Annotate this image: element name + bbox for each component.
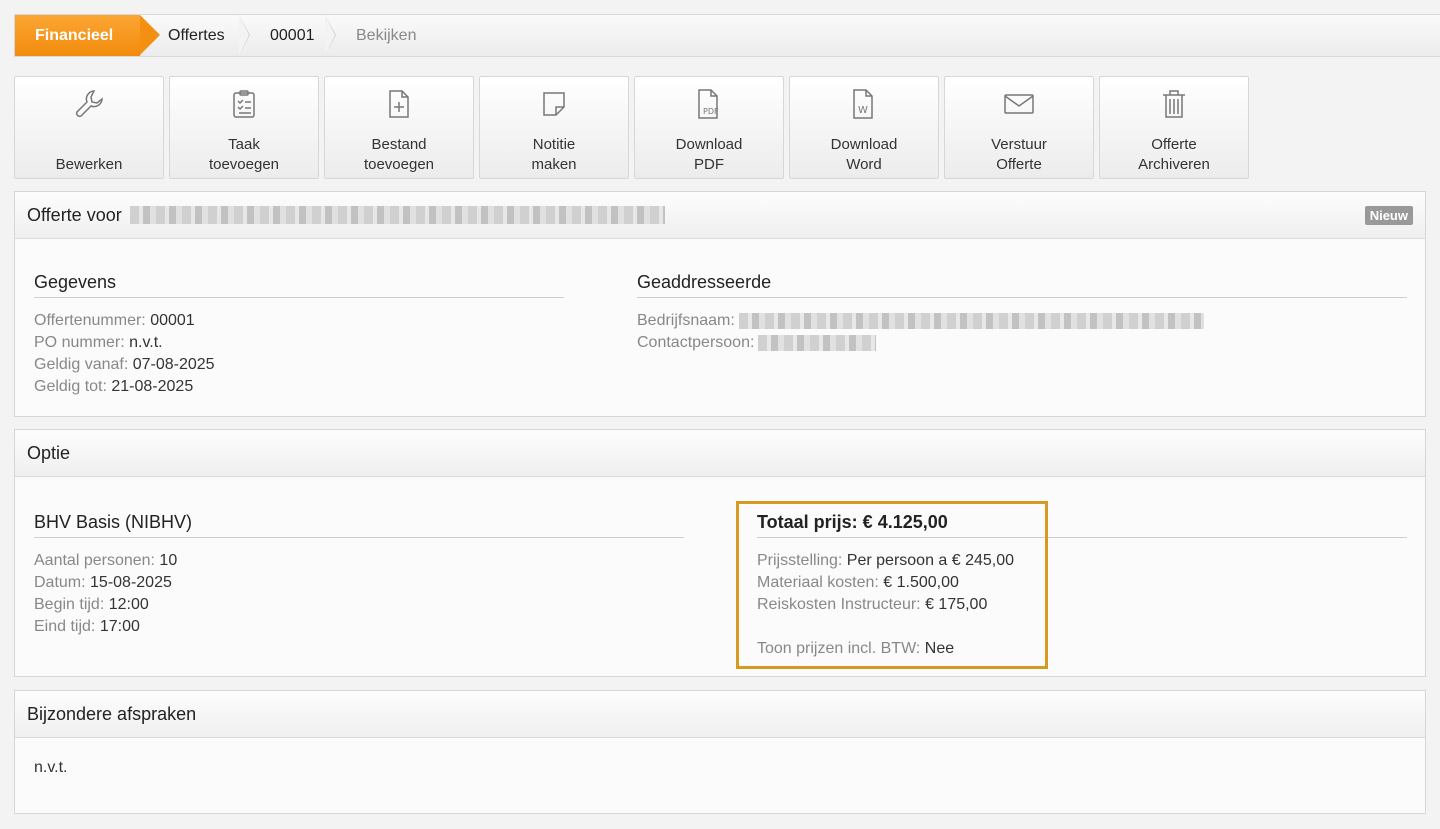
add-task-button-label: Taak toevoegen	[208, 136, 280, 173]
aantal-personen-row: Aantal personen: 10	[34, 552, 178, 569]
edit-button[interactable]: Bewerken	[14, 76, 164, 179]
make-note-button[interactable]: Notitie maken	[479, 76, 629, 179]
add-task-button[interactable]: Taak toevoegen	[169, 76, 319, 179]
gegevens-title: Gegevens	[34, 272, 564, 298]
contactpersoon-row: Contactpersoon:	[637, 332, 1407, 354]
course-section: BHV Basis (NIBHV) Aantal personen: 10 Da…	[34, 512, 684, 638]
edit-button-label: Bewerken	[55, 156, 123, 173]
clipboard-checklist-icon	[231, 87, 257, 121]
afspraken-panel-header: Bijzondere afspraken	[15, 691, 1425, 738]
afspraken-panel: Bijzondere afspraken n.v.t.	[14, 690, 1426, 814]
btw-row: Toon prijzen incl. BTW: Nee	[757, 640, 955, 657]
archive-offer-button-label: Offerte Archiveren	[1138, 136, 1210, 173]
course-title: BHV Basis (NIBHV)	[34, 512, 684, 538]
prijsstelling-row: Prijsstelling: Per persoon a € 245,00	[757, 552, 1015, 569]
geadresseerde-title: Geaddresseerde	[637, 272, 1407, 298]
breadcrumb-bekijken: Bekijken	[356, 26, 417, 44]
bedrijfsnaam-row: Bedrijfsnaam:	[637, 310, 1407, 332]
redacted-company-name	[738, 312, 1204, 329]
offer-title: Offerte voor	[27, 204, 122, 225]
optie-panel: Optie BHV Basis (NIBHV) Aantal personen:…	[14, 429, 1426, 677]
note-icon	[540, 87, 568, 121]
action-toolbar: Bewerken Taak toevoegen Bestand toevoege…	[14, 76, 1254, 179]
afspraken-title: Bijzondere afspraken	[27, 703, 197, 724]
datum-row: Datum: 15-08-2025	[34, 574, 172, 591]
reiskosten-row: Reiskosten Instructeur: € 175,00	[757, 596, 988, 613]
svg-text:PDF: PDF	[703, 107, 719, 116]
begin-tijd-row: Begin tijd: 12:00	[34, 596, 149, 613]
afspraken-text: n.v.t.	[34, 759, 68, 776]
redacted-contact-name	[758, 334, 877, 351]
send-offer-button[interactable]: Verstuur Offerte	[944, 76, 1094, 179]
geldig-vanaf-row: Geldig vanaf: 07-08-2025	[34, 356, 215, 373]
total-price-title: Totaal prijs: € 4.125,00	[757, 512, 1407, 538]
envelope-icon	[1003, 87, 1035, 121]
download-word-button[interactable]: W Download Word	[789, 76, 939, 179]
trash-icon	[1160, 87, 1188, 121]
wrench-icon	[72, 87, 106, 121]
optie-title: Optie	[27, 442, 71, 463]
make-note-button-label: Notitie maken	[531, 136, 577, 173]
send-offer-button-label: Verstuur Offerte	[991, 136, 1047, 173]
offer-panel: Offerte voor Nieuw Gegevens Offertenumme…	[14, 191, 1426, 417]
offertenummer-row: Offertenummer: 00001	[34, 312, 195, 329]
file-add-icon	[386, 87, 412, 121]
breadcrumb-00001[interactable]: 00001	[240, 15, 336, 56]
pdf-file-icon: PDF	[694, 87, 724, 121]
add-file-button-label: Bestand toevoegen	[363, 136, 435, 173]
download-pdf-button[interactable]: PDF Download PDF	[634, 76, 784, 179]
optie-panel-header: Optie	[15, 430, 1425, 477]
geldig-tot-row: Geldig tot: 21-08-2025	[34, 378, 194, 395]
breadcrumb: Financieel Offertes 00001 Bekijken	[14, 14, 1440, 57]
po-nummer-row: PO nummer: n.v.t.	[34, 334, 163, 351]
redacted-customer-name	[129, 206, 665, 224]
materiaal-kosten-row: Materiaal kosten: € 1.500,00	[757, 574, 959, 591]
gegevens-section: Gegevens Offertenummer: 00001 PO nummer:…	[34, 272, 564, 398]
word-file-icon: W	[851, 87, 877, 121]
breadcrumb-financieel[interactable]: Financieel	[15, 15, 160, 56]
eind-tijd-row: Eind tijd: 17:00	[34, 618, 140, 635]
price-section: Totaal prijs: € 4.125,00 Prijsstelling: …	[757, 512, 1407, 660]
archive-offer-button[interactable]: Offerte Archiveren	[1099, 76, 1249, 179]
offer-panel-header: Offerte voor Nieuw	[15, 192, 1425, 239]
download-word-button-label: Download Word	[830, 136, 898, 173]
status-badge: Nieuw	[1364, 206, 1413, 225]
geadresseerde-section: Geaddresseerde Bedrijfsnaam: Contactpers…	[637, 272, 1407, 354]
svg-text:W: W	[858, 105, 868, 116]
download-pdf-button-label: Download PDF	[675, 136, 743, 173]
add-file-button[interactable]: Bestand toevoegen	[324, 76, 474, 179]
